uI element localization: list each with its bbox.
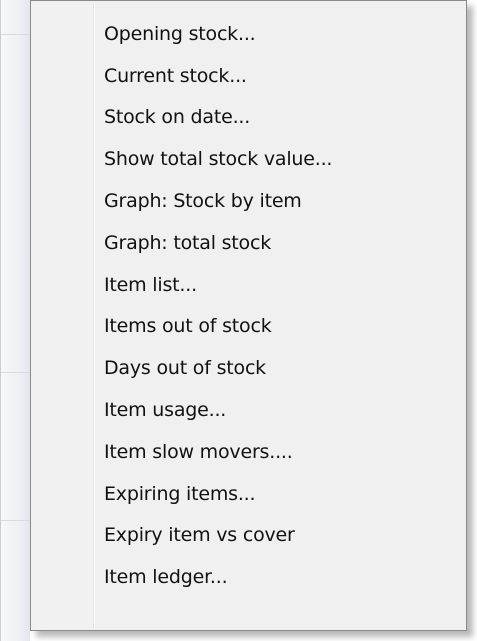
menu-item-label: Item slow movers.... bbox=[104, 440, 293, 463]
menu-item-label: Items out of stock bbox=[104, 315, 272, 338]
menu-item-expiry-item-vs-cover[interactable]: Expiry item vs cover bbox=[31, 515, 466, 557]
menu-item-items-out-of-stock[interactable]: Items out of stock bbox=[31, 306, 466, 348]
menu-item-show-total-stock-value[interactable]: Show total stock value... bbox=[31, 138, 466, 180]
menu-item-label: Graph: total stock bbox=[104, 231, 272, 254]
menu-item-label: Item ledger... bbox=[104, 566, 228, 589]
menu-item-graph-total-stock[interactable]: Graph: total stock bbox=[31, 222, 466, 264]
menu-item-opening-stock[interactable]: Opening stock... bbox=[31, 13, 466, 55]
menu-item-days-out-of-stock[interactable]: Days out of stock bbox=[31, 347, 466, 389]
menu-item-label: Opening stock... bbox=[104, 22, 256, 45]
menu-item-current-stock[interactable]: Current stock... bbox=[31, 55, 466, 97]
menu-item-item-list[interactable]: Item list... bbox=[31, 264, 466, 306]
menu-item-label: Show total stock value... bbox=[104, 148, 333, 171]
menu-item-item-ledger[interactable]: Item ledger... bbox=[31, 556, 466, 598]
menu-items: Opening stock... Current stock... Stock … bbox=[31, 13, 466, 598]
underlying-window-edge bbox=[0, 0, 30, 641]
menu-item-expiring-items[interactable]: Expiring items... bbox=[31, 473, 466, 515]
menu-item-stock-on-date[interactable]: Stock on date... bbox=[31, 97, 466, 139]
menu-item-label: Current stock... bbox=[104, 64, 247, 87]
menu-item-label: Item list... bbox=[104, 273, 197, 296]
context-menu: Opening stock... Current stock... Stock … bbox=[30, 0, 467, 631]
menu-item-label: Item usage... bbox=[104, 399, 227, 422]
menu-item-label: Days out of stock bbox=[104, 357, 266, 380]
menu-item-label: Expiry item vs cover bbox=[104, 524, 295, 547]
menu-item-item-slow-movers[interactable]: Item slow movers.... bbox=[31, 431, 466, 473]
menu-item-label: Stock on date... bbox=[104, 106, 251, 129]
menu-item-graph-stock-by-item[interactable]: Graph: Stock by item bbox=[31, 180, 466, 222]
menu-item-label: Expiring items... bbox=[104, 482, 256, 505]
menu-item-item-usage[interactable]: Item usage... bbox=[31, 389, 466, 431]
window-border bbox=[0, 0, 1, 641]
menu-item-label: Graph: Stock by item bbox=[104, 190, 302, 213]
